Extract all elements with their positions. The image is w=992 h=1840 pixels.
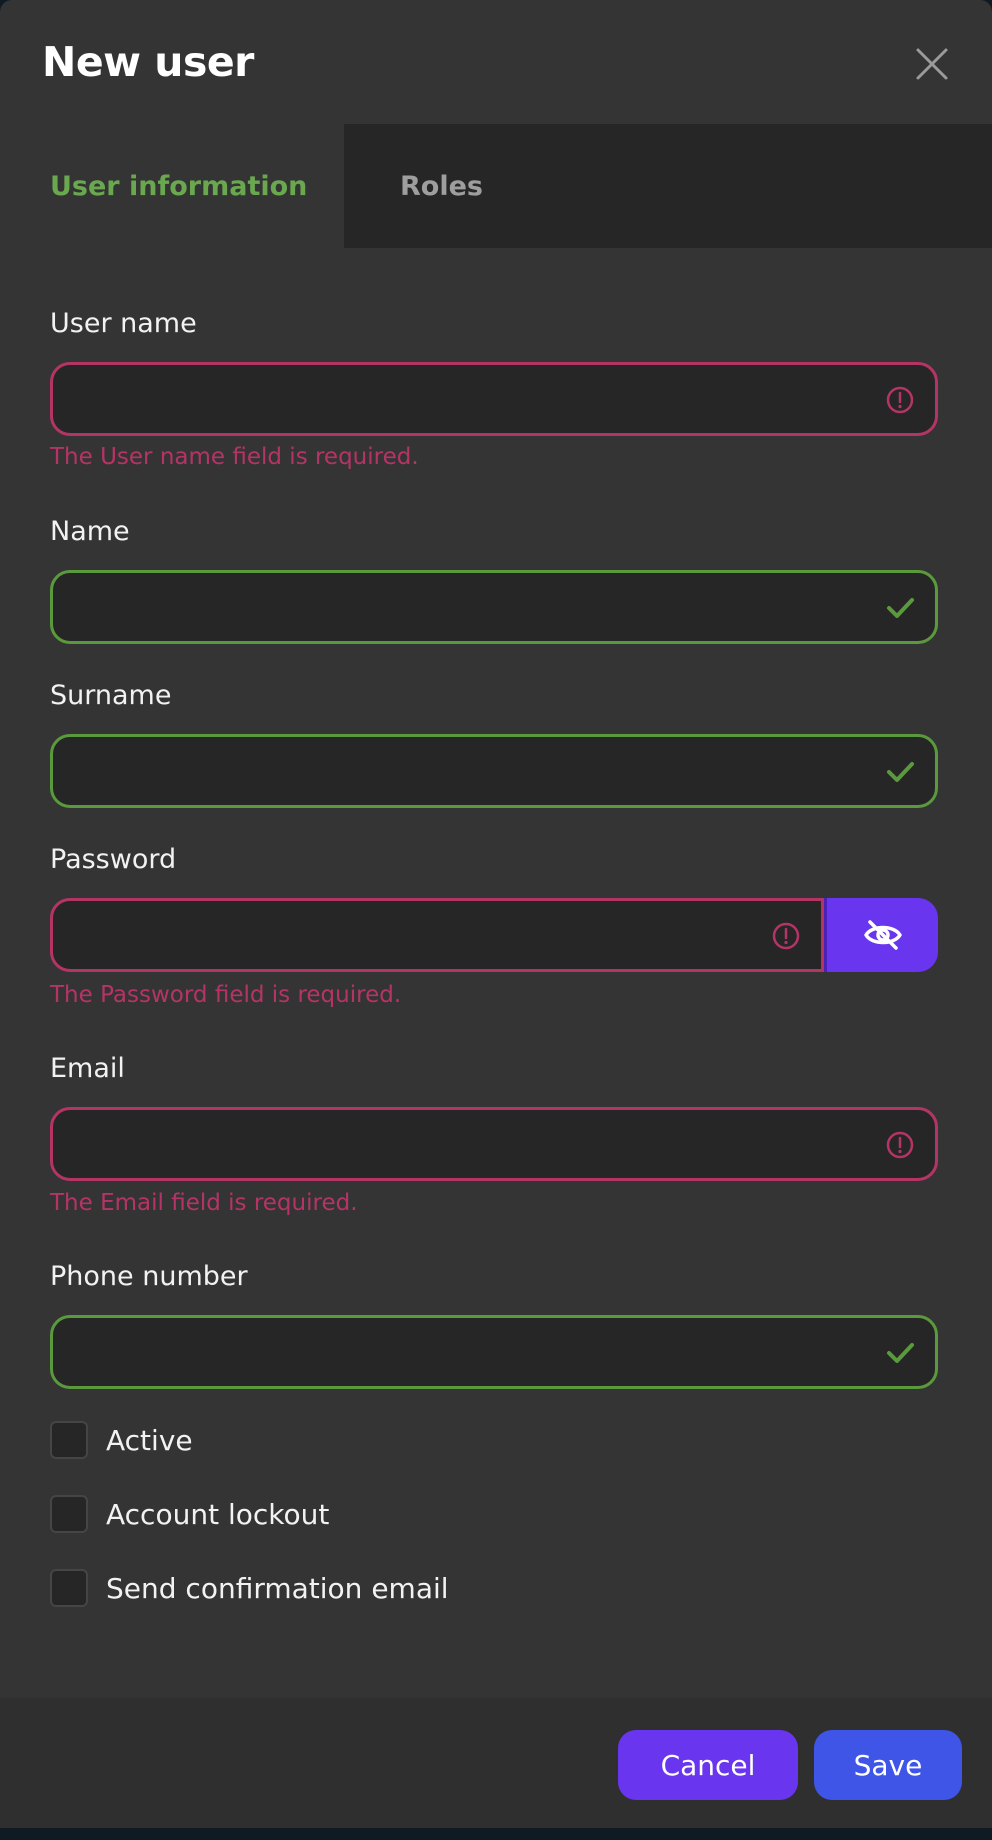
password-label: Password — [50, 844, 177, 875]
send-confirmation-email-checkbox[interactable] — [50, 1569, 88, 1607]
surname-label: Surname — [50, 680, 172, 711]
eye-off-icon — [863, 920, 902, 950]
active-checkbox[interactable] — [50, 1421, 88, 1459]
account-lockout-checkbox[interactable] — [50, 1495, 88, 1533]
send-confirmation-email-checkbox-row[interactable]: Send confirmation email — [50, 1569, 449, 1607]
phone-number-field-wrapper — [50, 1315, 938, 1389]
password-input[interactable] — [53, 901, 821, 969]
user-name-input[interactable] — [53, 365, 935, 433]
phone-number-input[interactable] — [53, 1318, 935, 1386]
tab-roles[interactable]: Roles — [344, 124, 992, 248]
active-label: Active — [106, 1423, 193, 1457]
error-icon — [772, 922, 800, 950]
name-label: Name — [50, 516, 130, 547]
email-error: The Email field is required. — [50, 1190, 358, 1216]
send-confirmation-email-label: Send confirmation email — [106, 1571, 449, 1605]
email-label: Email — [50, 1053, 125, 1084]
page-background-strip — [0, 1828, 992, 1840]
phone-number-label: Phone number — [50, 1261, 248, 1292]
name-field-wrapper — [50, 570, 938, 644]
cancel-button[interactable]: Cancel — [618, 1730, 798, 1800]
user-name-error: The User name field is required. — [50, 444, 419, 470]
active-checkbox-row[interactable]: Active — [50, 1421, 193, 1459]
dialog-header: New user — [0, 0, 992, 124]
user-name-field-wrapper — [50, 362, 938, 436]
check-icon — [887, 598, 914, 618]
email-field-wrapper — [50, 1107, 938, 1181]
error-icon — [886, 386, 914, 414]
surname-input[interactable] — [53, 737, 935, 805]
new-user-dialog: New user User information Roles User nam… — [0, 0, 992, 1828]
email-input[interactable] — [53, 1110, 935, 1178]
account-lockout-label: Account lockout — [106, 1497, 330, 1531]
close-icon[interactable] — [912, 44, 952, 84]
dialog-footer: Cancel Save — [0, 1698, 992, 1828]
account-lockout-checkbox-row[interactable]: Account lockout — [50, 1495, 329, 1533]
error-icon — [886, 1131, 914, 1159]
tab-user-information[interactable]: User information — [0, 124, 344, 248]
save-button[interactable]: Save — [814, 1730, 962, 1800]
tab-bar: User information Roles — [0, 124, 992, 248]
surname-field-wrapper — [50, 734, 938, 808]
password-field-wrapper — [50, 898, 824, 972]
check-icon — [887, 1343, 914, 1363]
name-input[interactable] — [53, 573, 935, 641]
check-icon — [887, 762, 914, 782]
password-error: The Password field is required. — [50, 982, 402, 1008]
toggle-password-visibility-button[interactable] — [824, 898, 938, 972]
dialog-title: New user — [42, 38, 254, 86]
user-name-label: User name — [50, 308, 197, 339]
